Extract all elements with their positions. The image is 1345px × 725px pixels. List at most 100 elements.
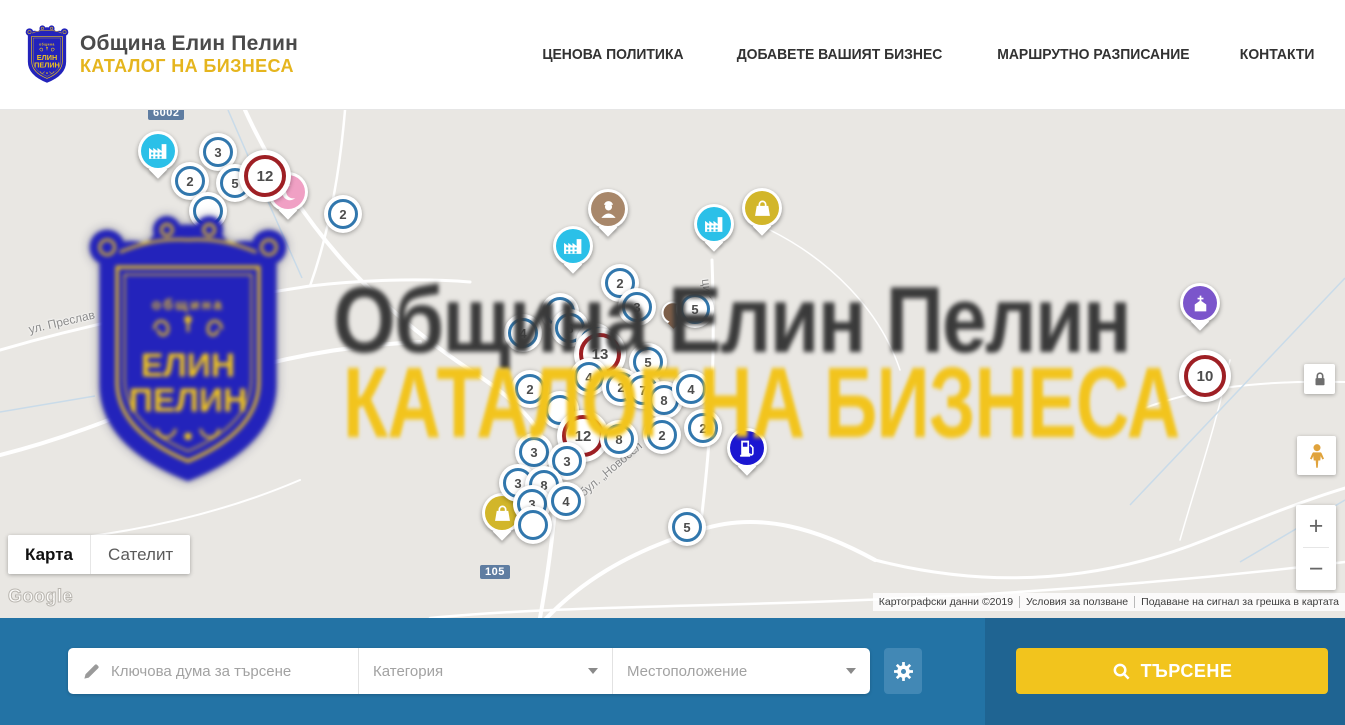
nav-route-schedule[interactable]: МАРШРУТНО РАЗПИСАНИЕ — [997, 46, 1189, 63]
map-cluster-marker[interactable] — [514, 506, 552, 544]
map-attribution: Картографски данни ©2019 Условия за полз… — [873, 593, 1345, 611]
cluster-ring: 12 — [244, 155, 286, 197]
map-cluster-marker[interactable]: 12 — [239, 150, 291, 202]
map-canvas[interactable]: 3251222356741352427842212833383451060021… — [0, 110, 1345, 618]
pin-body — [591, 192, 625, 226]
cluster-ring: 2 — [515, 374, 545, 404]
pin-body — [556, 229, 590, 263]
map-pin-church[interactable] — [1180, 283, 1220, 323]
attribution-report-error-link[interactable]: Подаване на сигнал за грешка в картата — [1134, 596, 1345, 608]
pegman-icon — [1304, 443, 1330, 469]
cluster-count: 4 — [562, 494, 569, 509]
cluster-count: 3 — [563, 454, 570, 469]
cluster-ring: 2 — [175, 166, 205, 196]
google-logo[interactable]: Google — [8, 586, 73, 607]
cluster-ring: 2 — [647, 420, 677, 450]
map-type-control: Карта Сателит — [8, 535, 190, 574]
search-input-group: Категория Местоположение — [68, 648, 870, 694]
cluster-count: 5 — [644, 355, 651, 370]
map-cluster-marker[interactable]: 4 — [547, 482, 585, 520]
map-pin-factory[interactable] — [694, 204, 734, 244]
pin-body — [730, 431, 764, 465]
pencil-icon — [82, 662, 101, 681]
bag-icon — [752, 198, 773, 219]
location-dropdown-label: Местоположение — [627, 663, 747, 680]
map-cluster-marker[interactable]: 2 — [684, 409, 722, 447]
map-cluster-marker[interactable]: 3 — [618, 288, 656, 326]
factory-icon — [148, 141, 169, 162]
site-logo[interactable]: Община Елин Пелин КАТАЛОГ НА БИЗНЕСА — [24, 24, 298, 86]
cluster-count: 8 — [615, 432, 622, 447]
location-dropdown[interactable]: Местоположение — [612, 648, 870, 694]
cluster-ring: 5 — [672, 512, 702, 542]
map-cluster-marker[interactable]: 5 — [668, 508, 706, 546]
map-cluster-marker[interactable]: 10 — [1179, 350, 1231, 402]
site-title: Община Елин Пелин — [80, 32, 298, 56]
map-pin-worker[interactable] — [588, 189, 628, 229]
cluster-count: 4 — [585, 370, 592, 385]
category-dropdown[interactable]: Категория — [358, 648, 612, 694]
gear-icon — [893, 661, 914, 682]
nav-pricing-policy[interactable]: ЦЕНОВА ПОЛИТИКА — [542, 46, 683, 63]
map-pin-factory[interactable] — [138, 131, 178, 171]
street-view-pegman[interactable] — [1297, 436, 1336, 475]
lock-control[interactable] — [1304, 364, 1335, 394]
map-pin-bag[interactable] — [742, 188, 782, 228]
map-pin-factory[interactable] — [553, 226, 593, 266]
zoom-in-button[interactable]: + — [1296, 505, 1336, 547]
church-icon — [1190, 293, 1211, 314]
header: Община Елин Пелин КАТАЛОГ НА БИЗНЕСА ЦЕН… — [0, 0, 1345, 110]
search-button[interactable]: ТЪРСЕНЕ — [1016, 648, 1328, 694]
cluster-ring: 2 — [688, 413, 718, 443]
keyword-search-input[interactable] — [111, 663, 344, 680]
pin-body — [745, 191, 779, 225]
pin-body — [697, 207, 731, 241]
worker-icon — [598, 199, 619, 220]
logo-text: Община Елин Пелин КАТАЛОГ НА БИЗНЕСА — [80, 32, 298, 77]
advanced-search-button[interactable] — [884, 648, 922, 694]
attribution-copyright: Картографски данни ©2019 — [873, 596, 1019, 608]
attribution-terms-link[interactable]: Условия за ползване — [1019, 596, 1134, 608]
cluster-count: 3 — [214, 145, 221, 160]
nav-add-your-business[interactable]: ДОБАВЕТЕ ВАШИЯТ БИЗНЕС — [737, 46, 943, 63]
cluster-ring: 5 — [680, 294, 710, 324]
map-type-map-button[interactable]: Карта — [8, 535, 90, 574]
lock-icon — [1311, 370, 1329, 388]
cluster-ring: 3 — [622, 292, 652, 322]
map-cluster-marker[interactable]: 2 — [643, 416, 681, 454]
pin-body — [1183, 286, 1217, 320]
cluster-ring: 4 — [508, 318, 538, 348]
search-button-label: ТЪРСЕНЕ — [1141, 661, 1233, 682]
map-cluster-marker[interactable]: 4 — [504, 314, 542, 352]
map-cluster-marker[interactable]: 4 — [672, 370, 710, 408]
main-nav: ЦЕНОВА ПОЛИТИКА ДОБАВЕТЕ ВАШИЯТ БИЗНЕС М… — [537, 46, 1317, 63]
fuel-icon — [737, 438, 758, 459]
cluster-count: 4 — [519, 326, 526, 341]
cluster-count: 2 — [658, 428, 665, 443]
cluster-count: 12 — [257, 168, 274, 185]
map-cluster-marker[interactable]: 2 — [324, 195, 362, 233]
bag-icon — [492, 503, 513, 524]
cluster-count: 2 — [339, 207, 346, 222]
cluster-ring: 4 — [574, 362, 604, 392]
map-cluster-marker[interactable]: 5 — [676, 290, 714, 328]
pin-body — [141, 134, 175, 168]
cluster-count: 3 — [633, 300, 640, 315]
cluster-count: 6 — [566, 321, 573, 336]
cluster-count: 5 — [683, 520, 690, 535]
map-cluster-marker[interactable] — [189, 192, 227, 230]
cluster-count: 5 — [691, 302, 698, 317]
cluster-count: 2 — [186, 174, 193, 189]
cluster-ring: 2 — [328, 199, 358, 229]
zoom-out-button[interactable]: − — [1296, 548, 1336, 590]
cluster-ring: 8 — [604, 424, 634, 454]
map-cluster-marker[interactable]: 8 — [600, 420, 638, 458]
cluster-count: 4 — [687, 382, 694, 397]
cluster-count: 2 — [699, 421, 706, 436]
nav-contacts[interactable]: КОНТАКТИ — [1240, 46, 1315, 63]
cluster-count: 5 — [231, 176, 238, 191]
map-pin-fuel[interactable] — [727, 428, 767, 468]
page: Община Елин Пелин КАТАЛОГ НА БИЗНЕСА ЦЕН… — [0, 0, 1345, 725]
map-type-satellite-button[interactable]: Сателит — [90, 535, 190, 574]
cluster-ring — [518, 510, 548, 540]
